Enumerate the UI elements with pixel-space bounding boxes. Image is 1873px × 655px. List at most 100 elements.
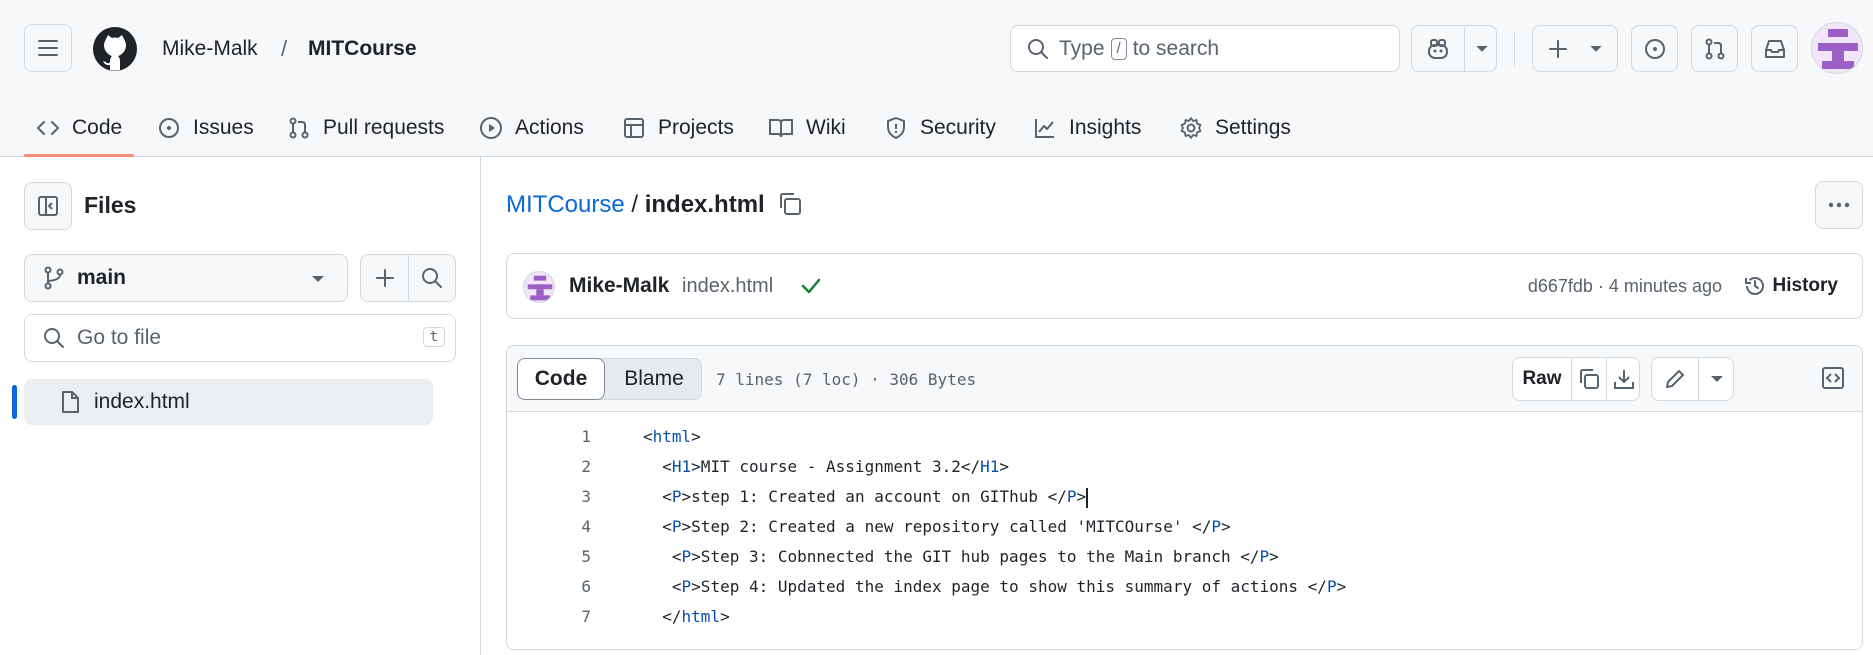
search-icon bbox=[44, 328, 64, 348]
table-icon bbox=[624, 118, 644, 138]
tab-wiki-label: Wiki bbox=[806, 116, 846, 139]
more-options-button[interactable] bbox=[1815, 181, 1863, 229]
tab-code-label: Code bbox=[72, 116, 123, 139]
line-content: </html> bbox=[643, 607, 730, 626]
breadcrumb-repo-link[interactable]: MITCourse bbox=[506, 191, 625, 218]
file-icon bbox=[62, 391, 79, 413]
tab-issues-label: Issues bbox=[193, 116, 254, 139]
chevron-down-icon[interactable] bbox=[1475, 44, 1489, 54]
line-number[interactable]: 1 bbox=[507, 422, 591, 452]
tab-pull-requests[interactable]: Pull requests bbox=[287, 100, 444, 156]
tab-projects-label: Projects bbox=[658, 116, 734, 139]
your-issues-button[interactable] bbox=[1631, 25, 1678, 72]
github-logo-icon[interactable] bbox=[91, 25, 139, 73]
breadcrumb-file: index.html bbox=[644, 191, 765, 218]
check-icon[interactable] bbox=[800, 275, 822, 297]
tab-wiki[interactable]: Wiki bbox=[768, 100, 846, 156]
history-button[interactable]: History bbox=[1743, 274, 1838, 298]
tab-code[interactable]: Code bbox=[23, 100, 135, 157]
line-number[interactable]: 5 bbox=[507, 542, 591, 572]
code-line: 6 <P>Step 4: Updated the index page to s… bbox=[507, 572, 1862, 602]
copilot-icon[interactable] bbox=[1426, 38, 1450, 60]
file-tree-sidebar: Files main Go to file t index.html bbox=[0, 157, 481, 655]
inbox-button[interactable] bbox=[1751, 25, 1798, 72]
line-number[interactable]: 7 bbox=[507, 602, 591, 632]
user-avatar[interactable] bbox=[1811, 22, 1863, 74]
line-content: <P>Step 3: Cobnnected the GIT hub pages … bbox=[643, 547, 1279, 566]
caret-down-icon bbox=[1710, 376, 1723, 382]
create-new-button[interactable] bbox=[1532, 25, 1618, 72]
hamburger-icon bbox=[38, 40, 58, 56]
graph-icon bbox=[1035, 119, 1054, 138]
tab-projects[interactable]: Projects bbox=[622, 100, 734, 156]
tab-settings[interactable]: Settings bbox=[1179, 100, 1291, 156]
search-input[interactable]: Type / to search bbox=[1010, 25, 1400, 72]
line-number[interactable]: 4 bbox=[507, 512, 591, 542]
blame-view-button[interactable]: Blame bbox=[606, 359, 702, 399]
raw-label: Raw bbox=[1522, 368, 1562, 389]
copy-icon bbox=[1580, 369, 1599, 389]
code-line: 3 <P>step 1: Created an account on GIThu… bbox=[507, 482, 1862, 512]
your-pull-requests-button[interactable] bbox=[1691, 25, 1738, 72]
commit-author-avatar[interactable] bbox=[523, 271, 555, 303]
code-line: 7 </html> bbox=[507, 602, 1862, 632]
line-content: <H1>MIT course - Assignment 3.2</H1> bbox=[643, 457, 1010, 476]
breadcrumb: MITCourse / index.html bbox=[506, 191, 765, 219]
play-icon bbox=[480, 117, 502, 139]
edit-button-group bbox=[1651, 357, 1734, 401]
code-body[interactable]: 1 <html> 2 <H1>MIT course - Assignment 3.2… bbox=[507, 413, 1862, 649]
line-content: <html> bbox=[643, 427, 701, 446]
issue-opened-icon bbox=[159, 118, 179, 138]
sidebar-collapse-icon bbox=[38, 196, 58, 216]
repo-header: Mike-Malk / MITCourse Type / to search C… bbox=[0, 0, 1873, 157]
issue-opened-icon bbox=[1644, 38, 1665, 59]
symbols-panel-button[interactable] bbox=[1813, 357, 1853, 401]
kebab-horizontal-icon bbox=[1828, 202, 1850, 208]
download-icon bbox=[1614, 370, 1634, 389]
repo-owner-link[interactable]: Mike-Malk bbox=[162, 37, 258, 61]
edit-file-button[interactable] bbox=[1652, 358, 1698, 400]
download-button[interactable] bbox=[1607, 358, 1641, 400]
search-icon[interactable] bbox=[421, 267, 443, 289]
line-number[interactable]: 2 bbox=[507, 452, 591, 482]
code-line: 5 <P>Step 3: Cobnnected the GIT hub page… bbox=[507, 542, 1862, 572]
file-tree-item[interactable]: index.html bbox=[12, 379, 433, 425]
repo-name-link[interactable]: MITCourse bbox=[308, 37, 417, 61]
tab-actions[interactable]: Actions bbox=[479, 100, 584, 156]
search-shortcut-key: / bbox=[1110, 37, 1127, 60]
file-tree-tools bbox=[360, 254, 456, 302]
tab-insights[interactable]: Insights bbox=[1033, 100, 1141, 156]
tab-issues[interactable]: Issues bbox=[157, 100, 254, 156]
commit-sha-and-time[interactable]: d667fdb · 4 minutes ago bbox=[1528, 276, 1722, 297]
copy-path-icon[interactable] bbox=[777, 191, 803, 217]
add-file-icon[interactable] bbox=[374, 267, 396, 289]
chevron-down-icon bbox=[1590, 45, 1602, 52]
code-view-button[interactable]: Code bbox=[517, 358, 605, 400]
files-heading: Files bbox=[84, 192, 137, 218]
branch-name: main bbox=[77, 266, 127, 289]
tab-insights-label: Insights bbox=[1069, 116, 1142, 139]
tab-settings-label: Settings bbox=[1215, 116, 1291, 139]
code-line: 2 <H1>MIT course - Assignment 3.2</H1> bbox=[507, 452, 1862, 482]
line-content: <P>Step 2: Created a new repository call… bbox=[643, 517, 1231, 536]
copy-raw-button[interactable] bbox=[1572, 358, 1606, 400]
plus-icon bbox=[1549, 40, 1567, 58]
line-content: <P>Step 4: Updated the index page to sho… bbox=[643, 577, 1347, 596]
commit-author-link[interactable]: Mike-Malk bbox=[569, 274, 669, 298]
code-line: 1 <html> bbox=[507, 422, 1862, 452]
collapse-sidebar-button[interactable] bbox=[24, 182, 72, 230]
branch-selector[interactable]: main bbox=[24, 254, 348, 302]
git-branch-icon bbox=[44, 266, 64, 290]
code-square-icon bbox=[1822, 367, 1844, 389]
line-number[interactable]: 6 bbox=[507, 572, 591, 602]
line-content: <P>step 1: Created an account on GIThub … bbox=[643, 487, 1089, 508]
global-menu-button[interactable] bbox=[24, 24, 72, 72]
copilot-button-group bbox=[1411, 25, 1497, 72]
tab-security[interactable]: Security bbox=[884, 100, 996, 156]
edit-options-dropdown[interactable] bbox=[1699, 358, 1734, 400]
go-to-file-placeholder: Go to file bbox=[77, 326, 162, 349]
raw-button[interactable]: Raw bbox=[1513, 358, 1571, 400]
line-number[interactable]: 3 bbox=[507, 482, 591, 512]
go-to-file-input[interactable]: Go to file t bbox=[24, 314, 456, 362]
commit-message-link[interactable]: index.html bbox=[682, 275, 773, 298]
